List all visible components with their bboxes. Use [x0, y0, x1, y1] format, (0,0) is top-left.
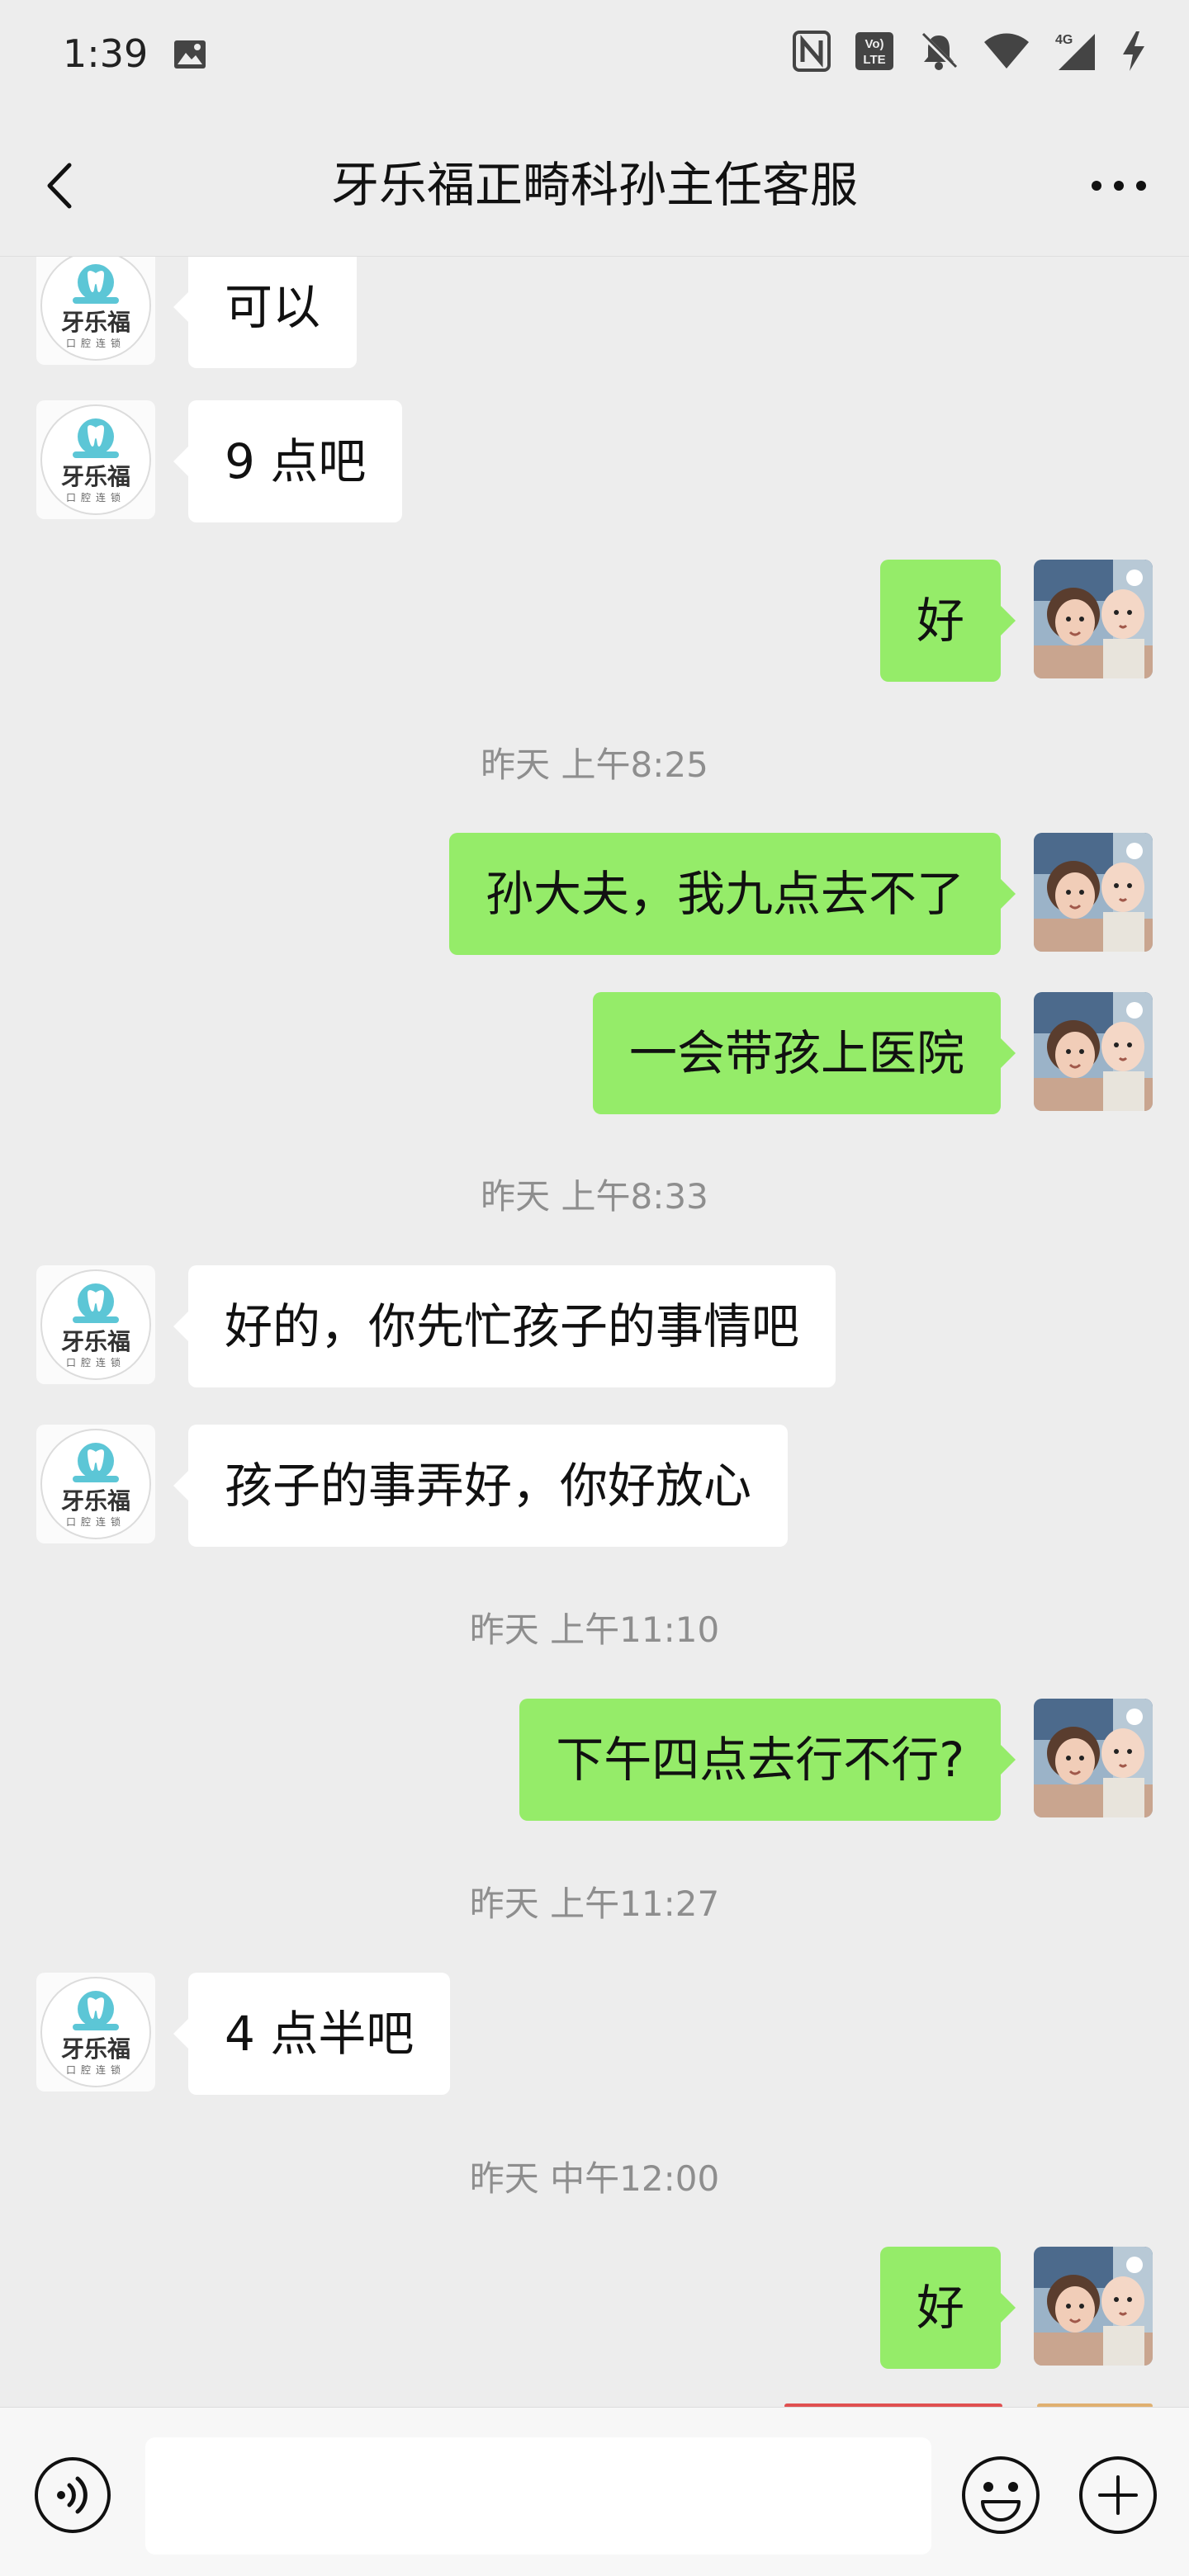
kids-photo-image — [1034, 833, 1153, 952]
more-horizontal-icon — [1092, 181, 1146, 191]
clinic-logo-tagline: 口腔连锁 — [66, 1356, 126, 1368]
clinic-logo-tagline: 口腔连锁 — [66, 491, 126, 503]
voice-icon — [35, 2457, 111, 2533]
kids-photo-image — [1034, 560, 1153, 678]
message-timestamp: 昨天 中午12:00 — [469, 2158, 720, 2199]
clinic-logo-icon: 牙乐福 口腔连锁 — [36, 400, 155, 519]
nav-bar: 牙乐福正畸科孙主任客服 — [0, 116, 1189, 257]
back-button[interactable] — [33, 157, 91, 215]
wifi-icon — [983, 32, 1030, 73]
chat-title: 牙乐福正畸科孙主任客服 — [330, 157, 858, 213]
message-outgoing: 好 — [492, 560, 1153, 682]
clinic-logo-tagline: 口腔连锁 — [66, 337, 126, 349]
message-bubble[interactable]: 4 点半吧 — [173, 1973, 451, 2095]
emoji-button[interactable] — [959, 2454, 1042, 2536]
message-bubble[interactable]: 9 点吧 — [173, 400, 403, 522]
input-bar — [0, 2407, 1189, 2576]
message-outgoing: 好 — [492, 2247, 1153, 2369]
message-incoming: 牙乐福 口腔连锁 可以 — [36, 257, 697, 368]
message-bubble[interactable]: 好的，你先忙孩子的事情吧 — [173, 1265, 836, 1387]
user-avatar[interactable] — [1034, 992, 1153, 1111]
emoji-icon — [962, 2456, 1040, 2534]
status-time: 1:39 — [63, 31, 149, 76]
clinic-logo-text: 牙乐福 — [61, 463, 130, 490]
clinic-logo-icon: 牙乐福 口腔连锁 — [36, 1425, 155, 1543]
voice-button[interactable] — [33, 2455, 112, 2535]
message-timestamp: 昨天 上午8:33 — [481, 1176, 708, 1217]
clinic-logo-text: 牙乐福 — [61, 1487, 130, 1515]
bell-off-icon — [918, 31, 959, 75]
message-incoming: 牙乐福 口腔连锁 孩子的事弄好，你好放心 — [36, 1425, 1027, 1547]
message-timestamp: 昨天 上午11:10 — [469, 1609, 720, 1650]
message-list[interactable]: 牙乐福 口腔连锁 可以 牙乐福 口腔连锁 9 点吧 好 昨天 上午8:25 孙大… — [0, 257, 1189, 2407]
contact-avatar[interactable]: 牙乐福 口腔连锁 — [36, 400, 155, 519]
message-outgoing: 孙大夫，我九点去不了 — [162, 833, 1153, 955]
clinic-logo-text: 牙乐福 — [61, 309, 130, 336]
message-bubble[interactable]: 可以 — [173, 257, 358, 368]
status-bar: 1:39 Vo) LTE 4G — [0, 0, 1189, 116]
message-bubble[interactable]: 孩子的事弄好，你好放心 — [173, 1425, 789, 1547]
user-avatar[interactable] — [1034, 560, 1153, 678]
contact-avatar[interactable]: 牙乐福 口腔连锁 — [36, 1973, 155, 2092]
chevron-left-icon — [47, 163, 72, 209]
user-avatar[interactable] — [1034, 1699, 1153, 1817]
message-outgoing: 下午四点去行不行? — [162, 1699, 1153, 1821]
signal-4g-icon: 4G — [1054, 31, 1097, 75]
user-avatar[interactable] — [1034, 833, 1153, 952]
nfc-icon — [793, 31, 831, 75]
clinic-logo-icon: 牙乐福 口腔连锁 — [36, 257, 155, 365]
charging-icon — [1120, 30, 1148, 76]
message-outgoing: 一会带孩上医院 — [162, 992, 1153, 1114]
message-incoming: 牙乐福 口腔连锁 4 点半吧 — [36, 1973, 697, 2095]
message-bubble[interactable]: 孙大夫，我九点去不了 — [448, 833, 1016, 955]
clinic-logo-tagline: 口腔连锁 — [66, 1515, 126, 1528]
message-bubble[interactable]: 一会带孩上医院 — [592, 992, 1016, 1114]
kids-photo-image — [1034, 992, 1153, 1111]
volte-icon: Vo) LTE — [854, 31, 895, 75]
volte-label-bottom: LTE — [863, 53, 885, 67]
kids-photo-image — [1034, 1699, 1153, 1817]
message-bubble[interactable]: 好 — [879, 2247, 1016, 2369]
plus-circle-icon — [1079, 2456, 1157, 2534]
clinic-logo-icon: 牙乐福 口腔连锁 — [36, 1265, 155, 1384]
message-incoming: 牙乐福 口腔连锁 好的，你先忙孩子的事情吧 — [36, 1265, 1027, 1387]
clinic-logo-text: 牙乐福 — [61, 1328, 130, 1355]
kids-photo-image — [1034, 2247, 1153, 2366]
contact-avatar[interactable]: 牙乐福 口腔连锁 — [36, 257, 155, 365]
message-incoming: 牙乐福 口腔连锁 9 点吧 — [36, 400, 697, 522]
message-timestamp: 昨天 上午8:25 — [481, 744, 708, 785]
user-avatar[interactable] — [1034, 2247, 1153, 2366]
more-button[interactable] — [1082, 157, 1156, 215]
message-timestamp: 昨天 上午11:27 — [469, 1884, 720, 1924]
clinic-logo-text: 牙乐福 — [61, 2035, 130, 2063]
message-input[interactable] — [145, 2437, 931, 2555]
contact-avatar[interactable]: 牙乐福 口腔连锁 — [36, 1425, 155, 1543]
clinic-logo-tagline: 口腔连锁 — [66, 2063, 126, 2076]
contact-avatar[interactable]: 牙乐福 口腔连锁 — [36, 1265, 155, 1384]
message-bubble[interactable]: 好 — [879, 560, 1016, 682]
network-label: 4G — [1055, 33, 1073, 47]
volte-label-top: Vo) — [865, 37, 883, 51]
message-bubble[interactable]: 下午四点去行不行? — [519, 1699, 1016, 1821]
image-icon — [173, 40, 206, 69]
clinic-logo-icon: 牙乐福 口腔连锁 — [36, 1973, 155, 2092]
more-actions-button[interactable] — [1077, 2454, 1159, 2536]
